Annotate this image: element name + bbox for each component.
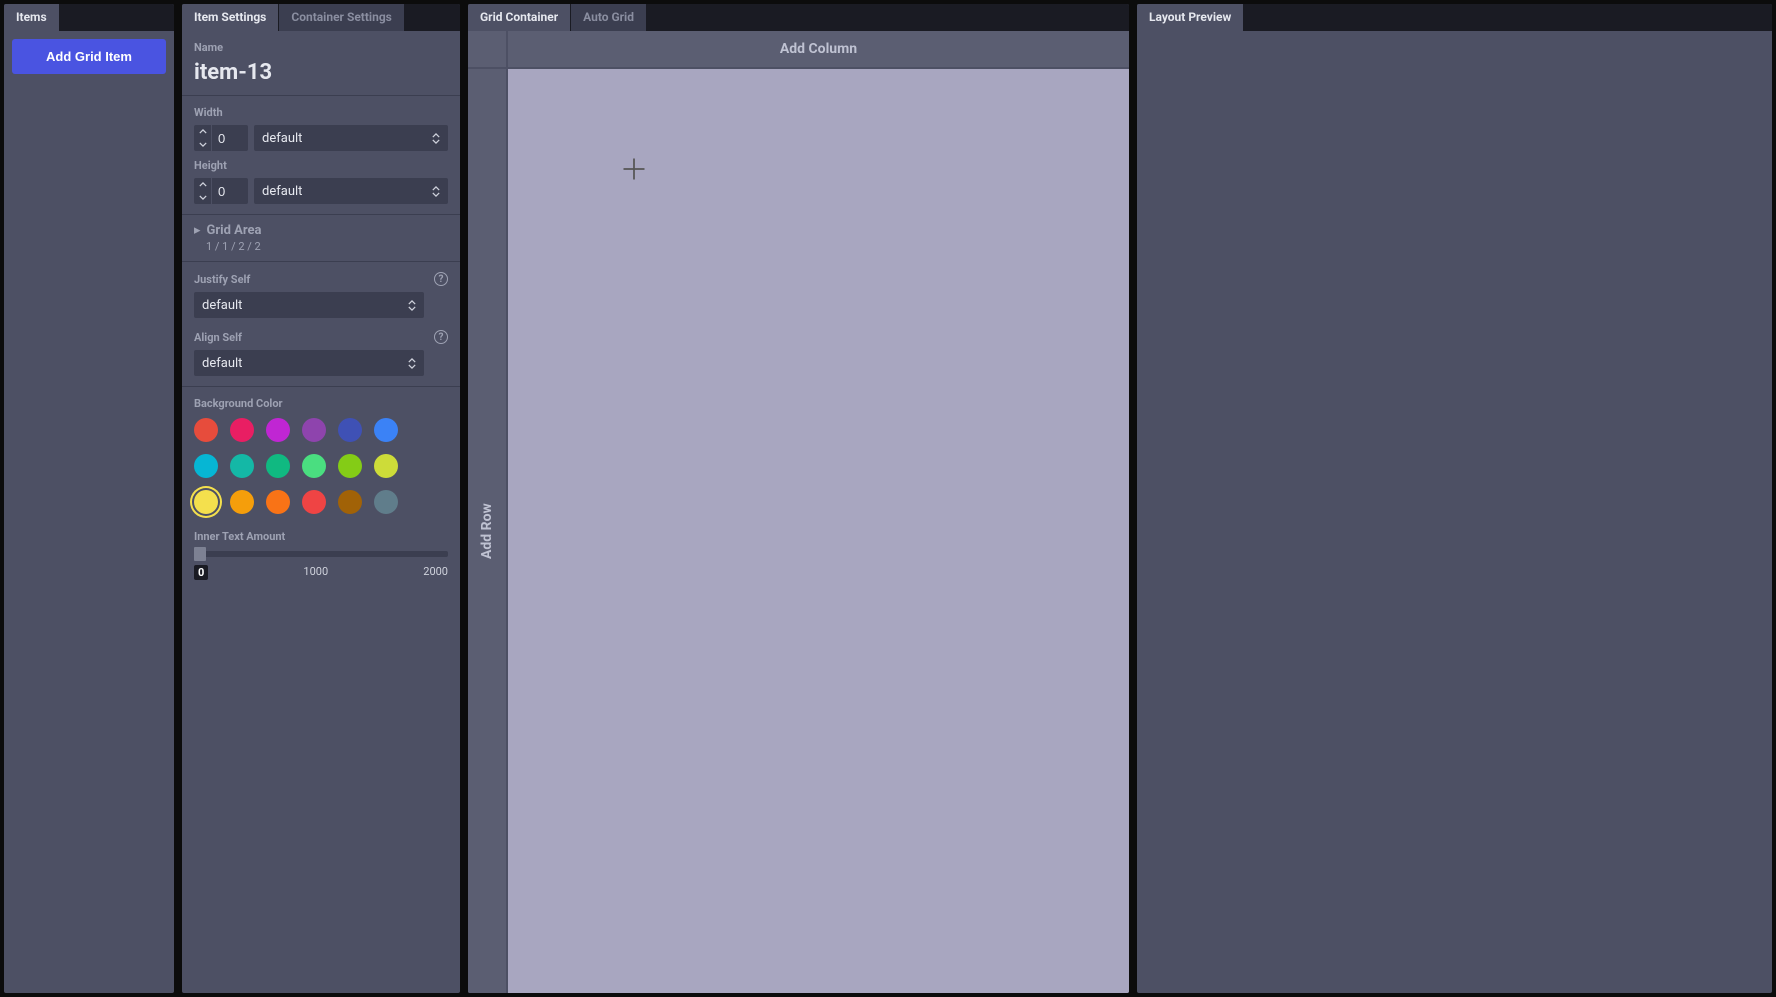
width-label: Width (194, 106, 448, 119)
plus-icon[interactable] (620, 155, 648, 187)
tab-auto-grid[interactable]: Auto Grid (571, 4, 647, 31)
height-input[interactable] (212, 178, 248, 204)
color-swatch[interactable] (302, 454, 326, 478)
name-value[interactable]: item-13 (194, 60, 448, 85)
grid-area-title: Grid Area (207, 223, 262, 238)
grid-surface[interactable] (508, 69, 1129, 993)
select-caret-icon (432, 133, 440, 144)
color-swatch[interactable] (302, 490, 326, 514)
color-swatch[interactable] (266, 418, 290, 442)
align-self-value: default (202, 356, 242, 371)
inner-text-label: Inner Text Amount (194, 530, 448, 543)
width-row: default (194, 125, 448, 151)
section-alignment: Justify Self ? default Align Self ? defa… (182, 262, 460, 387)
color-swatch[interactable] (374, 490, 398, 514)
align-self-select[interactable]: default (194, 350, 424, 376)
height-row: default (194, 178, 448, 204)
color-swatch[interactable] (374, 454, 398, 478)
color-swatch[interactable] (194, 418, 218, 442)
slider-thumb[interactable] (194, 547, 206, 561)
justify-self-label: Justify Self (194, 273, 250, 286)
color-swatch[interactable] (266, 454, 290, 478)
color-swatch[interactable] (194, 454, 218, 478)
add-row-button[interactable]: Add Row (468, 69, 506, 993)
slider-labels: 0 1000 2000 (194, 565, 448, 580)
justify-self-select[interactable]: default (194, 292, 424, 318)
bg-color-label: Background Color (194, 397, 448, 410)
height-step-down[interactable] (194, 191, 211, 204)
app-root: Items Add Grid Item Item Settings Contai… (0, 0, 1776, 997)
width-stepper-buttons (194, 125, 212, 151)
tab-grid-container[interactable]: Grid Container (468, 4, 571, 31)
inner-text-slider[interactable]: 0 1000 2000 (194, 551, 448, 580)
width-input[interactable] (212, 125, 248, 151)
slider-mid: 1000 (303, 565, 328, 580)
caret-right-icon: ▸ (194, 223, 201, 238)
add-grid-item-button[interactable]: Add Grid Item (12, 39, 166, 74)
color-swatch[interactable] (266, 490, 290, 514)
select-caret-icon (408, 358, 416, 369)
section-grid-area[interactable]: ▸ Grid Area 1 / 1 / 2 / 2 (182, 215, 460, 262)
color-swatch[interactable] (338, 454, 362, 478)
color-swatch[interactable] (338, 418, 362, 442)
add-column-button[interactable]: Add Column (508, 31, 1129, 67)
section-name: Name item-13 (182, 31, 460, 96)
panel-items-body: Add Grid Item (4, 31, 174, 993)
color-swatches (194, 418, 448, 514)
name-label: Name (194, 41, 448, 54)
panel-preview: Layout Preview (1137, 4, 1772, 993)
grid-area-value: 1 / 1 / 2 / 2 (206, 240, 448, 253)
chevron-up-icon (199, 182, 207, 187)
color-swatch[interactable] (230, 418, 254, 442)
grid-panel-body: Add Column Add Row (468, 31, 1129, 993)
panel-grid: Grid Container Auto Grid Add Column Add … (468, 4, 1129, 993)
slider-min: 0 (194, 565, 208, 580)
help-icon[interactable]: ? (434, 330, 448, 344)
select-caret-icon (408, 300, 416, 311)
width-step-down[interactable] (194, 138, 211, 151)
preview-body (1137, 31, 1772, 993)
select-caret-icon (432, 186, 440, 197)
chevron-down-icon (199, 142, 207, 147)
tab-container-settings[interactable]: Container Settings (279, 4, 405, 31)
height-label: Height (194, 159, 448, 172)
justify-self-value: default (202, 298, 242, 313)
section-appearance: Background Color Inner Text Amount 0 100… (182, 387, 460, 590)
tabs-preview: Layout Preview (1137, 4, 1772, 31)
color-swatch[interactable] (302, 418, 326, 442)
slider-track (194, 551, 448, 557)
section-dimensions: Width default (182, 96, 460, 215)
color-swatch[interactable] (338, 490, 362, 514)
height-step-up[interactable] (194, 178, 211, 191)
panel-settings: Item Settings Container Settings Name it… (182, 4, 460, 993)
width-unit-select[interactable]: default (254, 125, 448, 151)
color-swatch[interactable] (374, 418, 398, 442)
width-step-up[interactable] (194, 125, 211, 138)
height-stepper-buttons (194, 178, 212, 204)
color-swatch[interactable] (230, 454, 254, 478)
align-self-label: Align Self (194, 331, 242, 344)
panel-settings-body: Name item-13 Width default (182, 31, 460, 590)
tab-items[interactable]: Items (4, 4, 60, 31)
color-swatch[interactable] (194, 490, 218, 514)
slider-max: 2000 (423, 565, 448, 580)
tabs-settings: Item Settings Container Settings (182, 4, 460, 31)
chevron-down-icon (199, 195, 207, 200)
panel-items: Items Add Grid Item (4, 4, 174, 993)
color-swatch[interactable] (230, 490, 254, 514)
tab-layout-preview[interactable]: Layout Preview (1137, 4, 1244, 31)
tabs-items: Items (4, 4, 174, 31)
grid-corner (468, 31, 506, 67)
height-unit-select[interactable]: default (254, 178, 448, 204)
tabs-grid: Grid Container Auto Grid (468, 4, 1129, 31)
tab-item-settings[interactable]: Item Settings (182, 4, 279, 31)
width-unit-value: default (262, 131, 302, 146)
height-unit-value: default (262, 184, 302, 199)
width-stepper (194, 125, 248, 151)
chevron-up-icon (199, 129, 207, 134)
help-icon[interactable]: ? (434, 272, 448, 286)
height-stepper (194, 178, 248, 204)
